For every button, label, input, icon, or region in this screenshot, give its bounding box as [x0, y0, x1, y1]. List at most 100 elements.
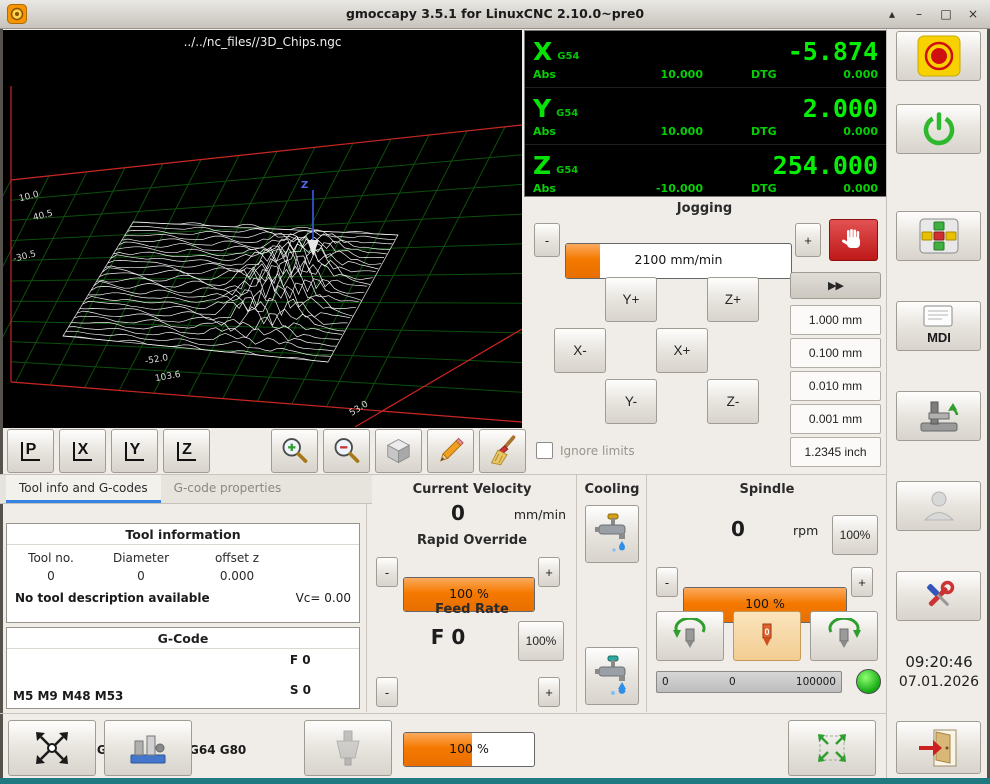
jog-increment-button-5[interactable]: 1.2345 inch [790, 437, 881, 467]
titlebar[interactable]: gmoccapy 3.5.1 for LinuxCNC 2.10.0~pre0 … [0, 0, 990, 29]
current-velocity-value: 0 [408, 501, 508, 525]
jog-y-plus-button[interactable]: Y+ [605, 277, 657, 322]
tab-gcode-properties[interactable]: G-code properties [161, 475, 295, 503]
mist-coolant-button[interactable] [585, 505, 639, 563]
jog-y-minus-button[interactable]: Y- [605, 379, 657, 424]
minimize-button[interactable]: – [912, 7, 926, 21]
exit-button[interactable] [896, 721, 981, 774]
maximize-button[interactable]: □ [939, 7, 953, 21]
dro-abs-label: Abs [533, 182, 575, 195]
settings-button[interactable] [896, 571, 981, 621]
view-z-label: Z [177, 442, 196, 461]
clear-plot-button[interactable] [479, 429, 526, 473]
touch-off-button[interactable] [8, 720, 96, 776]
spindle-bar-current: 0 [669, 676, 796, 688]
dro-coord-system: G54 [557, 51, 579, 62]
zoom-in-button[interactable] [271, 429, 318, 473]
shade-button[interactable]: ▴ [885, 7, 899, 21]
turtle-jog-button[interactable] [829, 219, 878, 261]
active-s-word: S 0 [290, 681, 311, 699]
active-gcodes-box: G-Code M5 M9 M48 M53 G8 G17 G21 G40 G49 … [6, 627, 360, 709]
divider [366, 475, 367, 712]
jog-speed-slider[interactable]: 2100 mm/min [565, 243, 792, 279]
dro-position-value: -5.874 [788, 39, 878, 64]
tool-measurement-button[interactable] [104, 720, 192, 776]
power-icon [919, 109, 959, 149]
cooling-panel: Cooling [578, 475, 646, 712]
velocity-unit: mm/min [514, 507, 566, 522]
toggle-dimensions-button[interactable] [375, 429, 422, 473]
jog-speed-minus-button[interactable]: - [534, 223, 560, 257]
estop-button[interactable] [896, 31, 981, 81]
fullscreen-button[interactable] [788, 720, 876, 776]
jog-x-minus-button[interactable]: X- [554, 328, 606, 373]
dro-abs-label: Abs [533, 125, 575, 138]
virtual-keyboard-button[interactable] [896, 211, 981, 261]
clock-time: 09:20:46 [887, 653, 990, 671]
flood-coolant-button[interactable] [585, 647, 639, 705]
dro-dtg-value: 0.000 [791, 125, 878, 138]
jog-increment-button-2[interactable]: 0.100 mm [790, 338, 881, 368]
jog-z-minus-button[interactable]: Z- [707, 379, 759, 424]
spindle-rpm-bar: 0 0 100000 [656, 671, 842, 693]
dro-axis-x[interactable]: X G54 -5.874 Abs 10.000 DTG 0.000 [525, 31, 886, 88]
preview-3d-canvas[interactable] [3, 30, 522, 428]
feed-plus-button[interactable]: + [538, 677, 560, 707]
jog-increment-button-3[interactable]: 0.010 mm [790, 371, 881, 401]
close-button[interactable]: × [966, 7, 980, 21]
spindle-tool-button[interactable] [304, 720, 392, 776]
tab-tool-info[interactable]: Tool info and G-codes [6, 475, 161, 503]
rapid-minus-button[interactable]: - [376, 557, 398, 587]
mdi-icon: MDI [914, 304, 964, 348]
feed-rate-title: Feed Rate [368, 602, 576, 617]
velocity-title: Current Velocity [368, 475, 576, 497]
svg-text:0: 0 [764, 627, 769, 637]
spindle-stop-button[interactable]: 0 [733, 611, 801, 661]
machine-on-button[interactable] [896, 104, 981, 154]
dro-abs-value: 10.000 [575, 125, 703, 138]
dro-dtg-label: DTG [751, 125, 791, 138]
jog-speed-plus-button[interactable]: + [795, 223, 821, 257]
view-z-button[interactable]: Z [163, 429, 210, 473]
tool-col-header: offset z [187, 551, 287, 565]
velocity-panel: Current Velocity 0 mm/min Rapid Override… [368, 475, 576, 712]
feed-minus-button[interactable]: - [376, 677, 398, 707]
spindle-plus-button[interactable]: + [851, 567, 873, 597]
active-f-word: F 0 [290, 651, 311, 669]
rapid-jog-button[interactable]: ▶▶ [790, 272, 881, 299]
spindle-ccw-button[interactable] [656, 611, 724, 661]
spindle-minus-button[interactable]: - [656, 567, 678, 597]
estop-icon [916, 35, 962, 77]
dro-axis-z[interactable]: Z G54 254.000 Abs -10.000 DTG 0.000 [525, 145, 886, 201]
feed-reset-button[interactable]: 100% [518, 621, 564, 661]
mdi-button[interactable]: MDI [896, 301, 981, 351]
window-title: gmoccapy 3.5.1 for LinuxCNC 2.10.0~pre0 [0, 6, 990, 21]
spindle-unit: rpm [793, 523, 818, 538]
spindle-cw-button[interactable] [810, 611, 878, 661]
spindle-override-reset-button[interactable]: 100% [832, 515, 878, 555]
mdi-label: MDI [927, 330, 951, 345]
spindle-bar-max: 100000 [796, 676, 841, 688]
view-x-button[interactable]: X [59, 429, 106, 473]
fullscreen-icon [811, 729, 853, 767]
view-y-button[interactable]: Y [111, 429, 158, 473]
ignore-limits-checkbox[interactable] [536, 442, 553, 459]
dro-axis-y[interactable]: Y G54 2.000 Abs 10.000 DTG 0.000 [525, 88, 886, 145]
user-mode-button[interactable] [896, 481, 981, 531]
zoom-out-button[interactable] [323, 429, 370, 473]
jog-increment-button-1[interactable]: 1.000 mm [790, 305, 881, 335]
jog-increment-button-4[interactable]: 0.001 mm [790, 404, 881, 434]
zoom-out-icon [330, 433, 363, 469]
tool-col-header: Tool no. [7, 551, 95, 565]
jog-z-plus-button[interactable]: Z+ [707, 277, 759, 322]
view-p-button[interactable]: P [7, 429, 54, 473]
dro-dtg-value: 0.000 [791, 182, 878, 195]
jog-x-plus-button[interactable]: X+ [656, 328, 708, 373]
tool-info-panel: Tool info and G-codes G-code properties … [0, 475, 366, 712]
machine-setup-button[interactable] [896, 391, 981, 441]
dro-position-value: 254.000 [773, 153, 878, 178]
rapid-plus-button[interactable]: + [538, 557, 560, 587]
edit-gcode-button[interactable] [427, 429, 474, 473]
flood-faucet-icon [593, 654, 631, 698]
window-bottom-border [0, 778, 990, 784]
